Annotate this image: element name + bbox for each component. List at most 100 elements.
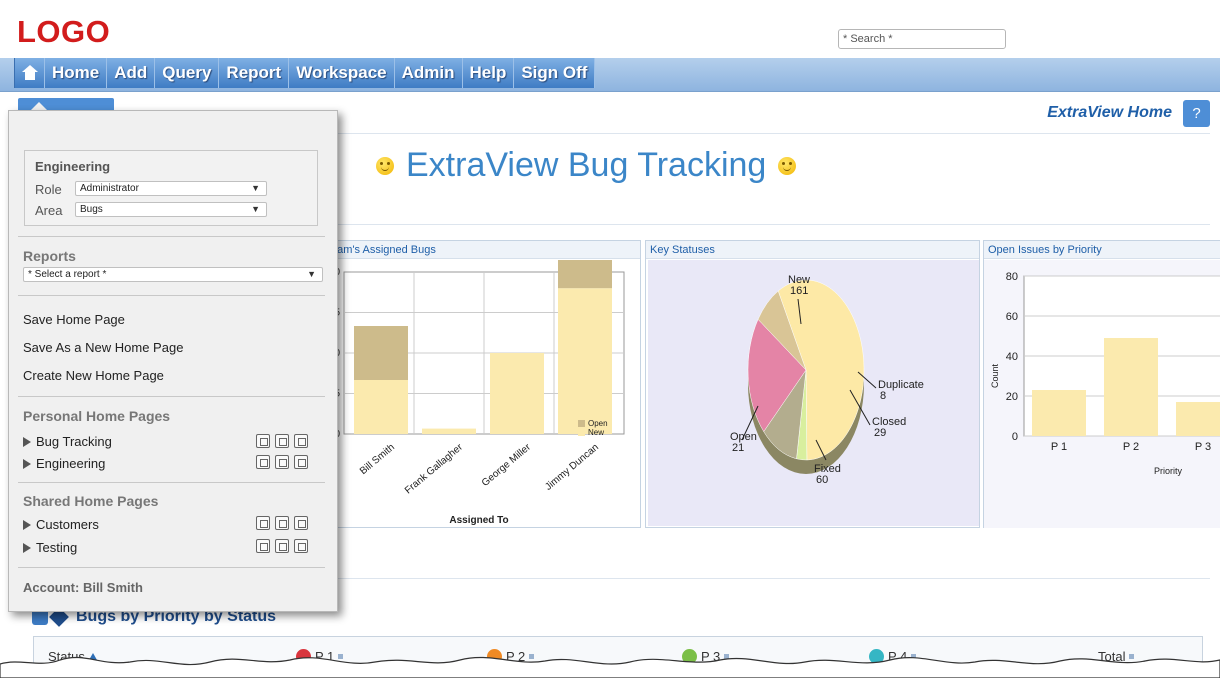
x-axis-label: Assigned To bbox=[449, 515, 508, 526]
delete-icon[interactable] bbox=[294, 539, 308, 553]
copy-icon[interactable] bbox=[256, 455, 270, 469]
x-tick-label: P 1 bbox=[1051, 441, 1067, 453]
edit-icon[interactable] bbox=[275, 516, 289, 530]
x-tick-label: P 3 bbox=[1195, 441, 1211, 453]
key-statuses-chart: New161Duplicate8Closed29Fixed60Open21 bbox=[648, 260, 979, 526]
assigned-bugs-chart: 05050Bill SmithFrank GallagherGeorge Mil… bbox=[334, 260, 625, 526]
shared-home-pages-heading: Shared Home Pages bbox=[23, 493, 159, 509]
y-tick-label: 20 bbox=[1006, 391, 1018, 403]
divider bbox=[330, 133, 1210, 134]
context-box: Engineering Role Administrator ▼ Area Bug… bbox=[24, 150, 318, 226]
search-input[interactable]: * Search * bbox=[838, 29, 1006, 49]
shared-page-testing[interactable]: Testing bbox=[23, 540, 77, 555]
expand-icon bbox=[23, 458, 31, 469]
report-select[interactable]: * Select a report * ▼ bbox=[23, 267, 323, 282]
legend-swatch bbox=[578, 429, 585, 436]
y-axis-label: Count bbox=[990, 364, 1000, 389]
page-title: ExtraView Bug Tracking bbox=[376, 146, 797, 185]
key-statuses-panel: Key Statuses New 161 Duplicate 8 Closed 29 Fix… bbox=[645, 240, 980, 528]
save-as-new-home-page-link[interactable]: Save As a New Home Page bbox=[23, 340, 183, 355]
panel-title[interactable]: Key Statuses bbox=[646, 241, 979, 259]
legend-label: New bbox=[588, 428, 604, 437]
slice-value: 8 bbox=[880, 390, 886, 402]
area-select[interactable]: Bugs ▼ bbox=[75, 202, 267, 217]
x-tick-label: George Miller bbox=[480, 441, 534, 488]
divider bbox=[18, 482, 325, 483]
bar-new bbox=[558, 288, 612, 434]
home-icon-button[interactable] bbox=[15, 58, 45, 88]
create-new-home-page-link[interactable]: Create New Home Page bbox=[23, 368, 164, 383]
divider bbox=[330, 224, 1210, 225]
divider bbox=[18, 396, 325, 397]
bar-new bbox=[490, 353, 544, 434]
x-tick-label: Bill Smith bbox=[358, 442, 397, 477]
slice-value: 60 bbox=[816, 474, 828, 486]
x-tick-label: Jimmy Duncan bbox=[543, 442, 601, 493]
shared-page-customers[interactable]: Customers bbox=[23, 517, 99, 532]
page-actions bbox=[256, 539, 308, 553]
home-icon bbox=[21, 65, 38, 81]
slice-value: 29 bbox=[874, 427, 886, 439]
bar-open bbox=[354, 326, 408, 380]
area-label: Area bbox=[35, 203, 63, 218]
dropdown-arrow-icon: ▼ bbox=[307, 269, 316, 279]
account-label: Account: Bill Smith bbox=[23, 580, 143, 595]
y-tick-label: 60 bbox=[1006, 311, 1018, 323]
panel-title[interactable]: ...am's Assigned Bugs bbox=[324, 241, 640, 259]
copy-icon[interactable] bbox=[256, 434, 270, 448]
expand-icon bbox=[23, 436, 31, 447]
x-axis-label: Priority bbox=[1154, 466, 1183, 476]
bar-new bbox=[422, 428, 476, 434]
edit-icon[interactable] bbox=[275, 455, 289, 469]
edit-icon[interactable] bbox=[275, 434, 289, 448]
delete-icon[interactable] bbox=[294, 434, 308, 448]
reports-heading: Reports bbox=[23, 248, 76, 264]
help-button[interactable]: ? bbox=[1183, 100, 1210, 127]
y-tick-label: 40 bbox=[1006, 351, 1018, 363]
copy-icon[interactable] bbox=[256, 539, 270, 553]
personal-page-bug-tracking[interactable]: Bug Tracking bbox=[23, 434, 112, 449]
page-name: Testing bbox=[36, 540, 78, 555]
slice-value: 21 bbox=[732, 442, 744, 454]
logo[interactable]: LOGO bbox=[17, 14, 110, 50]
slice-value: 161 bbox=[790, 285, 808, 297]
role-select[interactable]: Administrator ▼ bbox=[75, 181, 267, 196]
divider bbox=[18, 295, 325, 296]
nav-add[interactable]: Add bbox=[107, 58, 156, 88]
legend-label: Open bbox=[588, 419, 608, 428]
nav-help[interactable]: Help bbox=[463, 58, 515, 88]
extraview-home-link[interactable]: ExtraView Home bbox=[1047, 104, 1172, 122]
x-tick-label: Frank Gallagher bbox=[403, 441, 466, 496]
copy-icon[interactable] bbox=[256, 516, 270, 530]
x-tick-label: P 2 bbox=[1123, 441, 1139, 453]
smiley-icon bbox=[376, 156, 394, 175]
personal-page-engineering[interactable]: Engineering bbox=[23, 456, 105, 471]
page-actions bbox=[256, 455, 308, 469]
edit-icon[interactable] bbox=[275, 539, 289, 553]
bar-new bbox=[354, 380, 408, 434]
nav-workspace[interactable]: Workspace bbox=[289, 58, 395, 88]
delete-icon[interactable] bbox=[294, 455, 308, 469]
page-name: Customers bbox=[36, 517, 99, 532]
page-actions bbox=[256, 434, 308, 448]
bar-open bbox=[558, 260, 612, 289]
nav-report[interactable]: Report bbox=[219, 58, 290, 88]
expand-icon bbox=[23, 519, 31, 530]
bar bbox=[1104, 338, 1158, 436]
panel-title[interactable]: Open Issues by Priority bbox=[984, 241, 1220, 259]
nav-home[interactable]: Home bbox=[45, 58, 108, 88]
nav-sign-off[interactable]: Sign Off bbox=[514, 58, 596, 88]
delete-icon[interactable] bbox=[294, 516, 308, 530]
assigned-bugs-panel: ...am's Assigned Bugs 05050Bill SmithFra… bbox=[323, 240, 641, 528]
bar bbox=[1176, 402, 1220, 436]
page-name: Engineering bbox=[36, 456, 106, 471]
main-navigation: Home Add Query Report Workspace Admin He… bbox=[14, 58, 596, 88]
nav-query[interactable]: Query bbox=[155, 58, 220, 88]
divider bbox=[18, 236, 325, 237]
save-home-page-link[interactable]: Save Home Page bbox=[23, 312, 125, 327]
role-value: Administrator bbox=[80, 183, 139, 194]
open-issues-panel: Open Issues by Priority 0 20 40 60 80 P 1 P 2 P… bbox=[983, 240, 1220, 528]
y-tick-label: 0 bbox=[1012, 431, 1018, 443]
smiley-icon bbox=[778, 156, 797, 175]
nav-admin[interactable]: Admin bbox=[395, 58, 463, 88]
